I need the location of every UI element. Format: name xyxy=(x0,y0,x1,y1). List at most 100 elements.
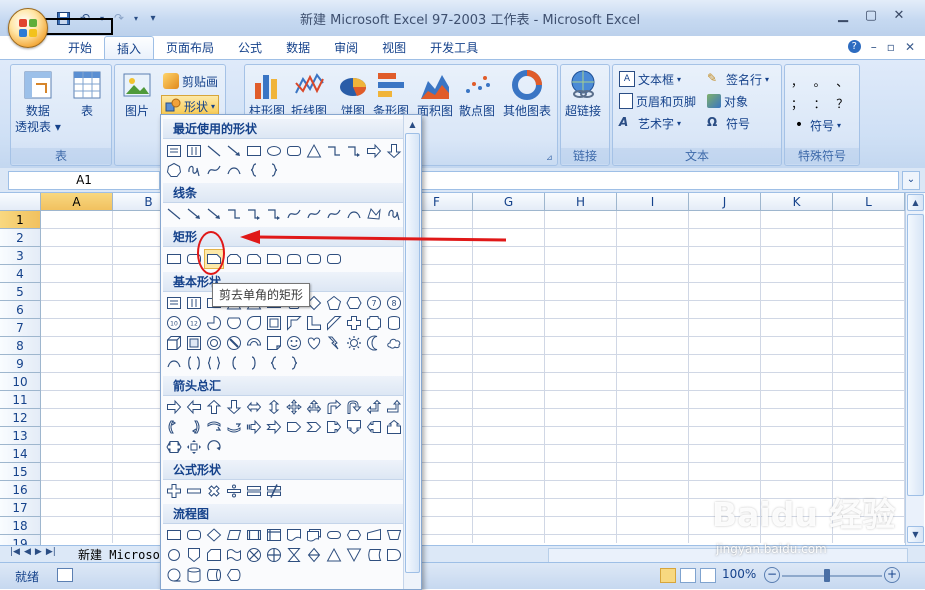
wordart-button[interactable]: A 艺术字 ▾ xyxy=(619,113,681,133)
shape-curve-icon[interactable] xyxy=(205,161,223,179)
shape-freeform-icon[interactable] xyxy=(365,205,383,223)
shape-fdirect-icon[interactable] xyxy=(205,566,223,584)
textbox-button[interactable]: A 文本框 ▾ xyxy=(619,69,681,89)
zoom-slider[interactable] xyxy=(782,575,882,577)
shape-num7-icon[interactable]: 7 xyxy=(365,294,383,312)
shape-fdecision-icon[interactable] xyxy=(205,526,223,544)
row-header[interactable]: 11 xyxy=(0,391,41,409)
row-header[interactable]: 16 xyxy=(0,481,41,499)
shape-bentarrow-icon[interactable] xyxy=(325,398,343,416)
shape-lrcallout-icon[interactable] xyxy=(165,438,183,456)
row-header[interactable]: 8 xyxy=(0,337,41,355)
tab-formulas[interactable]: 公式 xyxy=(226,36,274,60)
column-header[interactable]: L xyxy=(833,193,905,211)
shape-sun-icon[interactable] xyxy=(345,334,363,352)
scroll-up-icon[interactable]: ▲ xyxy=(907,194,924,211)
shape-fmultidoc-icon[interactable] xyxy=(305,526,323,544)
shape-finternal-icon[interactable] xyxy=(265,526,283,544)
special-symbol-glyphs[interactable]: ， 。 、 ； ： ？ xyxy=(791,71,853,115)
shape-arrowline-icon[interactable] xyxy=(225,142,243,160)
shape-fmanin-icon[interactable] xyxy=(365,526,383,544)
tab-home[interactable]: 开始 xyxy=(56,36,104,60)
column-header[interactable]: H xyxy=(545,193,617,211)
bar-chart-button[interactable]: 条形图 xyxy=(373,69,409,119)
shape-larrow-icon[interactable] xyxy=(185,398,203,416)
select-all-corner[interactable] xyxy=(0,193,41,211)
shape-num10-icon[interactable]: 10 xyxy=(165,314,183,332)
shape-curvedr-icon[interactable] xyxy=(165,418,183,436)
shape-rbrace-icon[interactable] xyxy=(285,354,303,372)
workbook-close-icon[interactable]: ✕ xyxy=(905,40,915,54)
shape-uturn-icon[interactable] xyxy=(345,398,363,416)
column-header[interactable]: I xyxy=(617,193,689,211)
shape-fmag-icon[interactable] xyxy=(185,566,203,584)
shape-chord-icon[interactable] xyxy=(225,314,243,332)
shape-arc-icon[interactable] xyxy=(345,205,363,223)
name-box[interactable]: A1 xyxy=(8,171,160,190)
object-button[interactable]: 对象 xyxy=(707,91,748,111)
column-header[interactable]: G xyxy=(473,193,545,211)
signature-line-button[interactable]: ✎ 签名行 ▾ xyxy=(707,69,769,89)
shape-eqminus-icon[interactable] xyxy=(185,482,203,500)
shape-bracepair-icon[interactable] xyxy=(205,354,223,372)
shape-donut-icon[interactable] xyxy=(205,334,223,352)
shape-darrow-icon[interactable] xyxy=(225,398,243,416)
header-footer-button[interactable]: 页眉和页脚 xyxy=(619,91,696,111)
shape-fcard-icon[interactable] xyxy=(205,546,223,564)
scroll-down-icon[interactable]: ▼ xyxy=(907,526,924,543)
shape-pentagon-icon[interactable] xyxy=(325,294,343,312)
zoom-in-icon[interactable]: + xyxy=(884,567,900,583)
column-header[interactable]: J xyxy=(689,193,761,211)
shape-ftape-icon[interactable] xyxy=(225,546,243,564)
row-header[interactable]: 7 xyxy=(0,319,41,337)
shape-curvedd-icon[interactable] xyxy=(225,418,243,436)
row-header[interactable]: 2 xyxy=(0,229,41,247)
shape-leftup-icon[interactable] xyxy=(365,398,383,416)
tab-developer[interactable]: 开发工具 xyxy=(418,36,490,60)
last-sheet-icon[interactable]: ▶| xyxy=(46,547,56,557)
shape-teardrop-icon[interactable] xyxy=(245,314,263,332)
tab-review[interactable]: 审阅 xyxy=(322,36,370,60)
shape-fdelay-icon[interactable] xyxy=(385,546,403,564)
pivot-table-button[interactable]: 数据 透视表 ▾ xyxy=(15,69,61,135)
shape-arrowline-icon[interactable] xyxy=(205,205,223,223)
shape-for-icon[interactable] xyxy=(265,546,283,564)
shape-notched-icon[interactable] xyxy=(265,418,283,436)
shape-elbowarrow-icon[interactable] xyxy=(345,142,363,160)
shape-cloud-icon[interactable] xyxy=(385,334,403,352)
shape-fterm-icon[interactable] xyxy=(325,526,343,544)
shape-fprep-icon[interactable] xyxy=(345,526,363,544)
shape-plus-icon[interactable] xyxy=(345,314,363,332)
shape-curve-icon[interactable] xyxy=(305,205,323,223)
shape-uarrow-icon[interactable] xyxy=(205,398,223,416)
shape-fdisplay-icon[interactable] xyxy=(225,566,243,584)
shape-textbox-icon[interactable] xyxy=(165,142,183,160)
shape-elbowarrow-icon[interactable] xyxy=(265,205,283,223)
shape-ucallout-icon[interactable] xyxy=(385,418,403,436)
shape-rrect-icon[interactable] xyxy=(305,250,323,268)
shape-striped-icon[interactable] xyxy=(245,418,263,436)
shape-lshape-icon[interactable] xyxy=(305,314,323,332)
shape-lcallout-icon[interactable] xyxy=(365,418,383,436)
shape-scribble-icon[interactable] xyxy=(185,161,203,179)
shape-eqdiv-icon[interactable] xyxy=(225,482,243,500)
shape-heart-icon[interactable] xyxy=(305,334,323,352)
shape-round1-icon[interactable] xyxy=(265,250,283,268)
normal-view-icon[interactable] xyxy=(660,568,676,583)
other-charts-button[interactable]: 其他图表 xyxy=(503,69,551,119)
column-header[interactable]: A xyxy=(41,193,113,211)
shape-line-icon[interactable] xyxy=(205,142,223,160)
shape-num12-icon[interactable]: 12 xyxy=(185,314,203,332)
shape-arc-icon[interactable] xyxy=(165,354,183,372)
shape-eqplus-icon[interactable] xyxy=(165,482,183,500)
shape-fstored-icon[interactable] xyxy=(365,546,383,564)
shape-fmerge-icon[interactable] xyxy=(345,546,363,564)
shape-heptagon-icon[interactable] xyxy=(165,161,183,179)
shape-curvedu-icon[interactable] xyxy=(205,418,223,436)
shape-frame-icon[interactable] xyxy=(265,314,283,332)
next-sheet-icon[interactable]: ▶ xyxy=(35,547,42,557)
shape-rbrace-icon[interactable] xyxy=(265,161,283,179)
shape-rarrow-icon[interactable] xyxy=(165,398,183,416)
shape-bentup-icon[interactable] xyxy=(385,398,403,416)
first-sheet-icon[interactable]: |◀ xyxy=(10,547,20,557)
